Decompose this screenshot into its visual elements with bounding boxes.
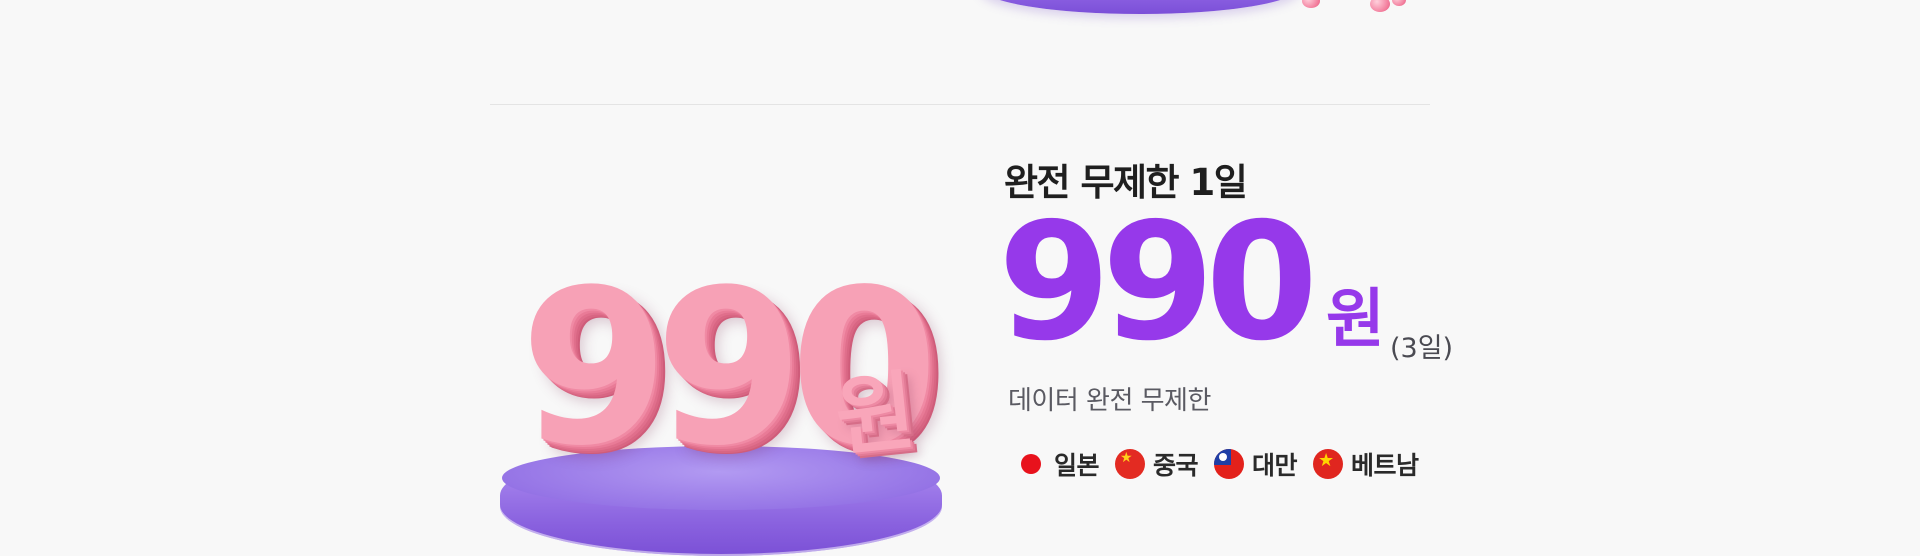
country-item-japan: 일본 xyxy=(1016,446,1100,482)
china-flag-icon xyxy=(1115,449,1146,479)
section-divider xyxy=(490,104,1430,105)
taiwan-flag-icon xyxy=(1214,449,1245,479)
top-decoration-bead xyxy=(1302,0,1320,8)
supported-countries: 일본 중국 대만 베트남 xyxy=(1016,446,1435,482)
vietnam-flag-icon xyxy=(1313,449,1344,479)
japan-flag-icon xyxy=(1016,449,1046,479)
price-duration: (3일) xyxy=(1390,333,1454,364)
country-label: 대만 xyxy=(1252,451,1298,480)
country-label: 중국 xyxy=(1153,451,1199,480)
price-amount: 990 xyxy=(998,189,1318,377)
country-item-taiwan: 대만 xyxy=(1214,446,1298,482)
top-decoration-bead xyxy=(1370,0,1390,12)
country-item-vietnam: 베트남 xyxy=(1313,446,1419,482)
top-decoration-bead xyxy=(1392,0,1406,6)
plan-description: 데이터 완전 무제한 xyxy=(1008,386,1211,416)
country-label: 베트남 xyxy=(1351,451,1419,480)
top-podium-graphic xyxy=(980,0,1300,14)
promo-currency-graphic: 원 xyxy=(830,361,921,469)
country-label: 일본 xyxy=(1054,451,1100,480)
price-currency: 원 xyxy=(1326,283,1385,357)
country-item-china: 중국 xyxy=(1115,446,1199,482)
